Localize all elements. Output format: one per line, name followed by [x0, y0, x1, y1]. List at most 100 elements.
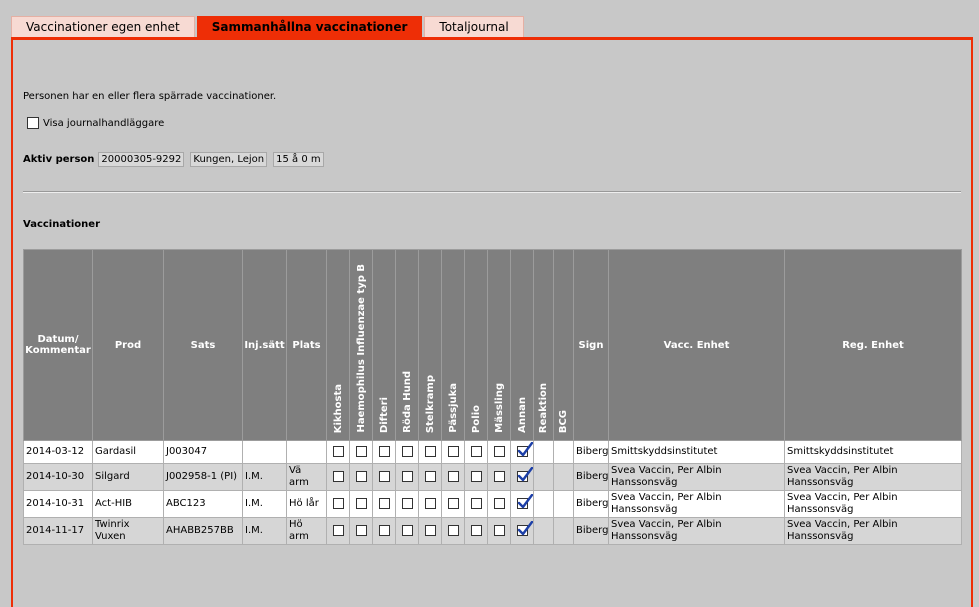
cell-annan: [510, 517, 534, 545]
col-passjuka: Pässjuka: [441, 249, 465, 441]
kikhosta-checkbox[interactable]: [332, 524, 344, 536]
tab-bar: Vaccinationer egen enhet Sammanhållna va…: [11, 16, 526, 38]
polio-checkbox[interactable]: [470, 497, 482, 509]
cell-bcg: [553, 490, 574, 518]
polio-checkbox[interactable]: [470, 524, 482, 536]
cell-prod: Silgard: [92, 463, 164, 491]
polio-checkbox[interactable]: [470, 470, 482, 482]
cell-prod: Twinrix Vuxen: [92, 517, 164, 545]
polio-checkbox[interactable]: [470, 445, 482, 457]
show-handler-option[interactable]: Visa journalhandläggare: [27, 117, 164, 129]
table-row[interactable]: 2014-11-17 Twinrix Vuxen AHABB257BB I.M. Hö …: [23, 517, 962, 545]
cell-polio: [464, 490, 488, 518]
difteri-checkbox[interactable]: [378, 470, 390, 482]
cell-date: 2014-11-17: [23, 517, 93, 545]
annan-checkbox[interactable]: [516, 466, 533, 482]
checkmark-icon: [517, 441, 533, 456]
cell-annan: [510, 490, 534, 518]
tab-totaljournal[interactable]: Totaljournal: [424, 16, 524, 37]
cell-roda-hund: [395, 490, 419, 518]
col-difteri: Difteri: [372, 249, 396, 441]
col-stelkramp: Stelkramp: [418, 249, 442, 441]
massling-checkbox[interactable]: [493, 497, 505, 509]
col-kikhosta: Kikhosta: [326, 249, 350, 441]
table-row[interactable]: 2014-10-31 Act-HIB ABC123 I.M. Hö lår Biberg S…: [23, 490, 962, 518]
divider: [23, 191, 961, 193]
cell-polio: [464, 517, 488, 545]
table-row[interactable]: 2014-03-12 Gardasil J003047 Biberg Smittskyd…: [23, 440, 962, 464]
tab-sammanhallna-vaccinationer[interactable]: Sammanhållna vaccinationer: [196, 16, 423, 37]
stelkramp-checkbox[interactable]: [424, 524, 436, 536]
hib-checkbox[interactable]: [355, 470, 367, 482]
hib-checkbox[interactable]: [355, 497, 367, 509]
annan-checkbox[interactable]: [516, 520, 533, 536]
cell-stelkramp: [418, 440, 442, 464]
massling-checkbox[interactable]: [493, 524, 505, 536]
cell-date: 2014-10-31: [23, 490, 93, 518]
cell-passjuka: [441, 463, 465, 491]
massling-checkbox[interactable]: [493, 445, 505, 457]
stelkramp-checkbox[interactable]: [424, 445, 436, 457]
roda-hund-checkbox[interactable]: [401, 524, 413, 536]
cell-reaktion: [533, 490, 554, 518]
difteri-checkbox[interactable]: [378, 497, 390, 509]
show-handler-checkbox[interactable]: [27, 117, 39, 129]
passjuka-checkbox[interactable]: [447, 524, 459, 536]
passjuka-checkbox[interactable]: [447, 445, 459, 457]
col-date: Datum/ Kommentar: [23, 249, 93, 441]
roda-hund-checkbox[interactable]: [401, 445, 413, 457]
cell-polio: [464, 440, 488, 464]
checkmark-icon: [517, 466, 533, 481]
col-inj: Inj.sätt: [242, 249, 287, 441]
passjuka-checkbox[interactable]: [447, 497, 459, 509]
cell-inj: I.M.: [242, 490, 287, 518]
col-reaktion: Reaktion: [533, 249, 554, 441]
passjuka-checkbox[interactable]: [447, 470, 459, 482]
tab-panel: Personen har en eller flera spärrade vac…: [11, 37, 973, 607]
cell-sats: AHABB257BB: [163, 517, 243, 545]
cell-date: 2014-03-12: [23, 440, 93, 464]
kikhosta-checkbox[interactable]: [332, 445, 344, 457]
cell-difteri: [372, 517, 396, 545]
cell-stelkramp: [418, 463, 442, 491]
annan-checkbox[interactable]: [516, 441, 533, 457]
kikhosta-checkbox[interactable]: [332, 470, 344, 482]
massling-checkbox[interactable]: [493, 470, 505, 482]
cell-reaktion: [533, 517, 554, 545]
col-roda-hund: Röda Hund: [395, 249, 419, 441]
cell-date: 2014-10-30: [23, 463, 93, 491]
difteri-checkbox[interactable]: [378, 445, 390, 457]
cell-massling: [487, 490, 511, 518]
col-massling: Mässling: [487, 249, 511, 441]
table-header-row: Datum/ Kommentar Prod Sats Inj.sätt Plat…: [23, 249, 962, 441]
stelkramp-checkbox[interactable]: [424, 470, 436, 482]
tab-vaccinationer-egen-enhet[interactable]: Vaccinationer egen enhet: [11, 16, 195, 37]
table-body: 2014-03-12 Gardasil J003047 Biberg Smittskyd…: [23, 440, 962, 545]
section-title: Vaccinationer: [23, 219, 101, 230]
cell-massling: [487, 440, 511, 464]
roda-hund-checkbox[interactable]: [401, 497, 413, 509]
cell-plats: Vä arm: [286, 463, 327, 491]
cell-roda-hund: [395, 517, 419, 545]
cell-kikhosta: [326, 440, 350, 464]
cell-plats: Hö lår: [286, 490, 327, 518]
table-row[interactable]: 2014-10-30 Silgard J002958-1 (PI) I.M. Vä ar…: [23, 463, 962, 491]
cell-roda-hund: [395, 440, 419, 464]
cell-reg-enhet: Svea Vaccin, Per Albin Hanssonsväg: [784, 463, 962, 491]
cell-vacc-enhet: Svea Vaccin, Per Albin Hanssonsväg: [608, 517, 785, 545]
cell-prod: Act-HIB: [92, 490, 164, 518]
difteri-checkbox[interactable]: [378, 524, 390, 536]
stelkramp-checkbox[interactable]: [424, 497, 436, 509]
annan-checkbox[interactable]: [516, 493, 533, 509]
person-name: Kungen, Lejon: [190, 152, 268, 167]
active-person-label: Aktiv person: [23, 154, 95, 165]
cell-polio: [464, 463, 488, 491]
cell-hib: [349, 490, 373, 518]
roda-hund-checkbox[interactable]: [401, 470, 413, 482]
cell-reg-enhet: Svea Vaccin, Per Albin Hanssonsväg: [784, 517, 962, 545]
kikhosta-checkbox[interactable]: [332, 497, 344, 509]
hib-checkbox[interactable]: [355, 445, 367, 457]
col-prod: Prod: [92, 249, 164, 441]
hib-checkbox[interactable]: [355, 524, 367, 536]
col-reg-enhet: Reg. Enhet: [784, 249, 962, 441]
